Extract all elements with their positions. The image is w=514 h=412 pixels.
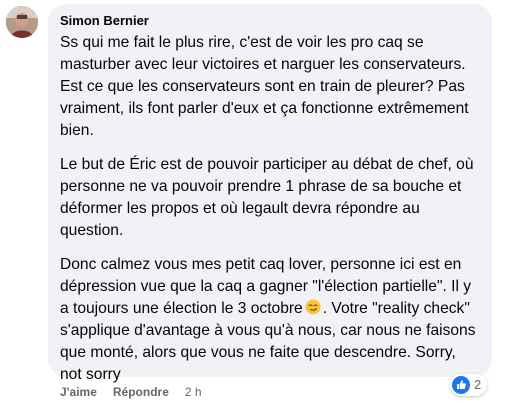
reply-button[interactable]: Répondre [113,384,169,400]
smirk-emoji-icon [305,299,321,315]
comment-actions: J'aime Répondre 2 h [60,384,202,400]
comment-bubble: Simon Bernier Ss qui me fait le plus rir… [48,4,492,383]
like-button[interactable]: J'aime [60,384,97,400]
comment-paragraph-3: Donc calmez vous mes petit caq lover, pe… [60,254,480,386]
comment-paragraph-1: Ss qui me fait le plus rire, c'est de vo… [60,34,469,139]
comment-timestamp[interactable]: 2 h [185,384,202,400]
comment-author[interactable]: Simon Bernier [60,12,149,30]
reaction-summary[interactable]: 2 [450,374,488,396]
comment-paragraph-2: Le but de Éric est de pouvoir participer… [60,156,474,239]
avatar[interactable] [6,6,38,38]
comment: Simon Bernier Ss qui me fait le plus rir… [0,0,514,412]
avatar-photo [6,6,38,38]
like-icon [452,376,470,394]
reaction-count: 2 [474,377,482,392]
